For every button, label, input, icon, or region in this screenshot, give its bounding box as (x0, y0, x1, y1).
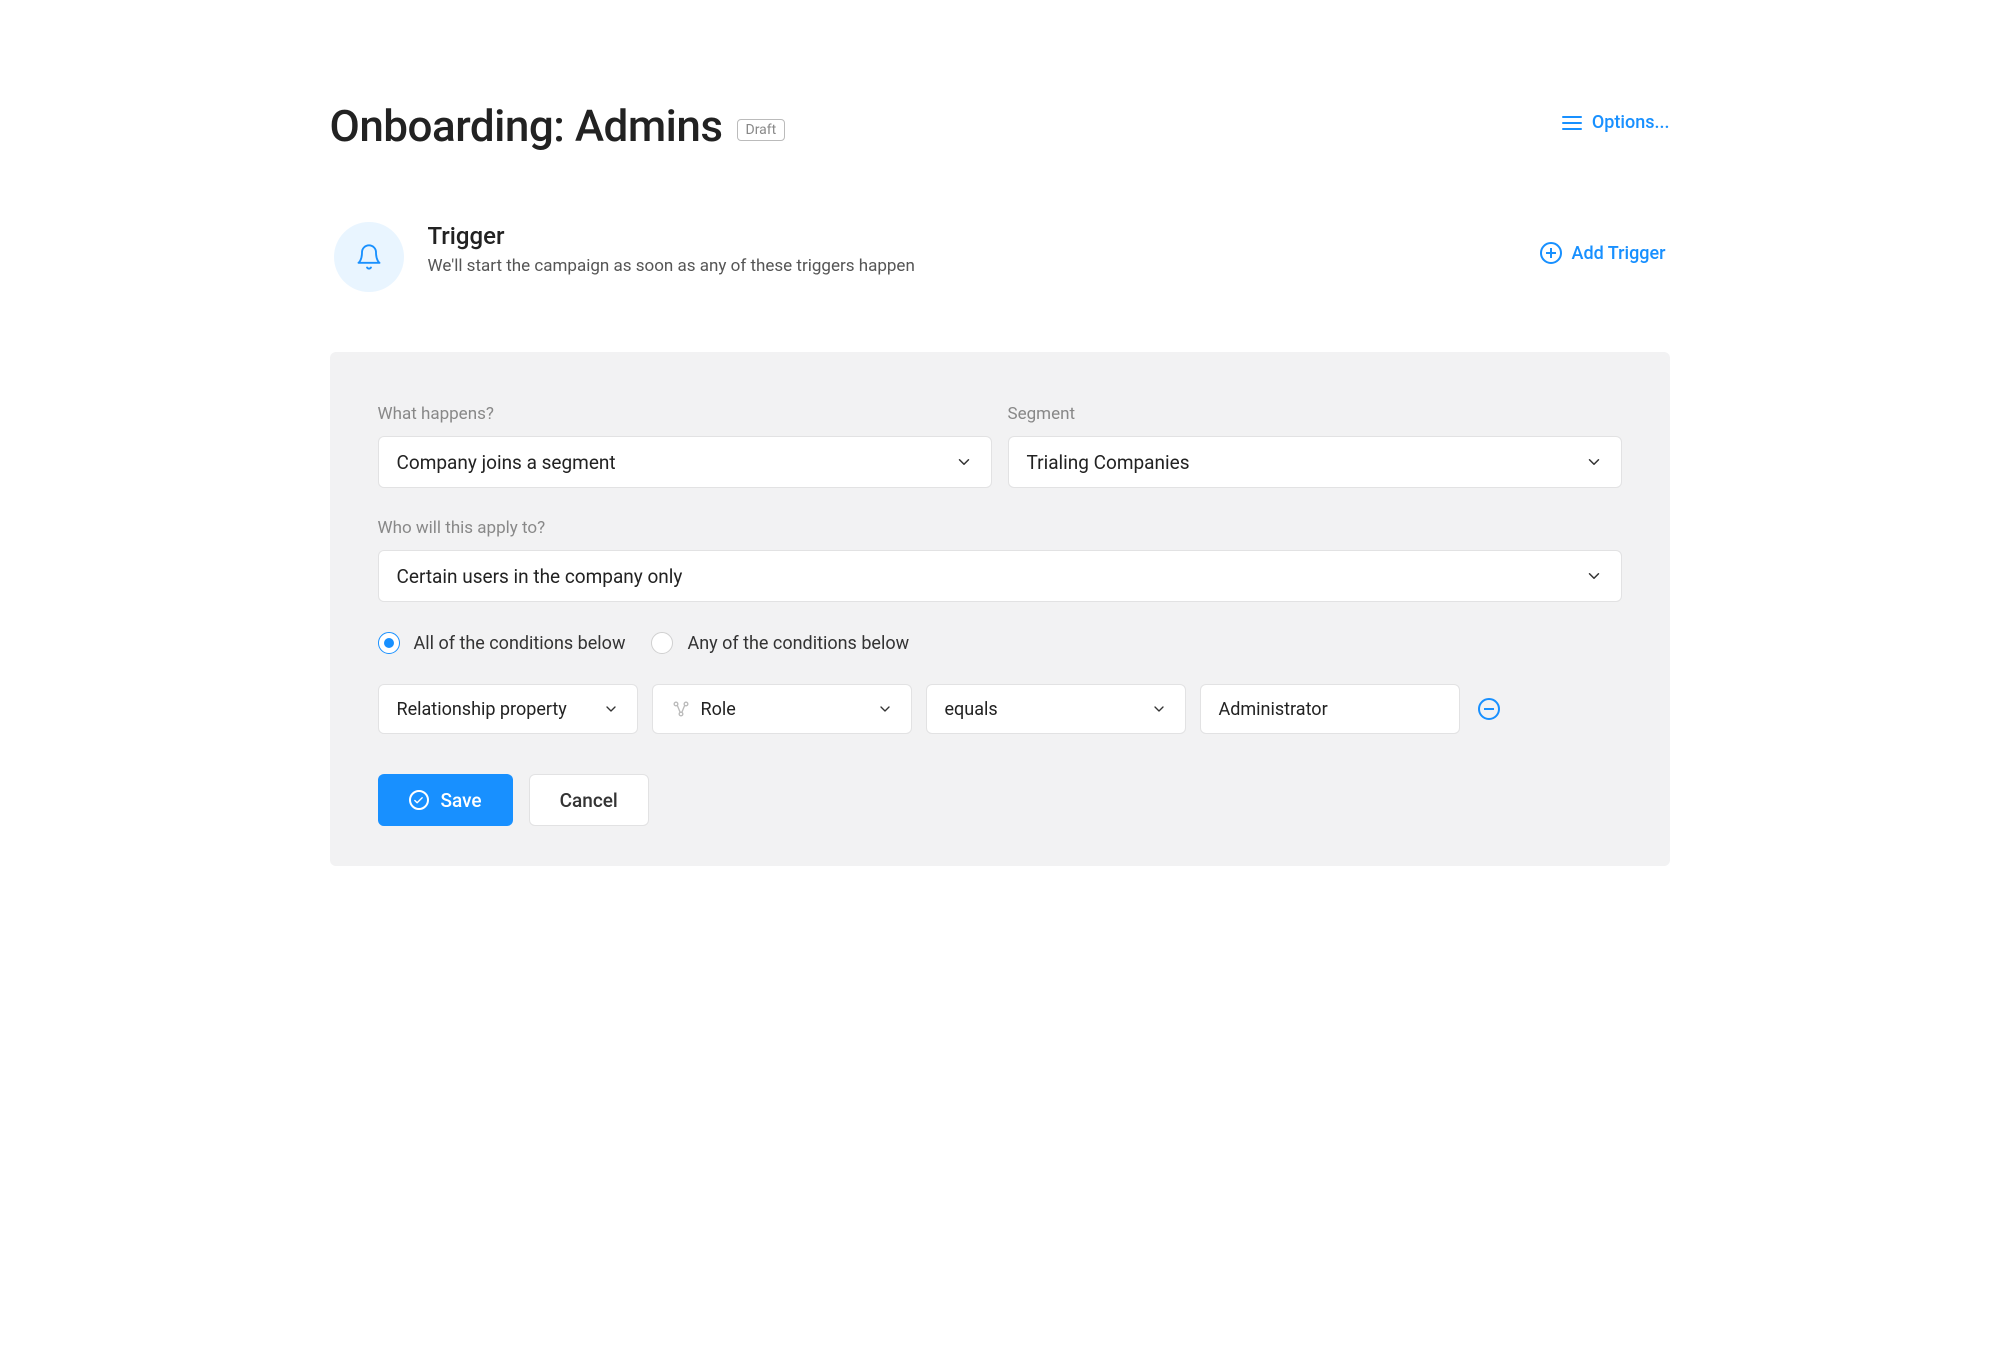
what-happens-select[interactable]: Company joins a segment (378, 436, 992, 488)
trigger-config-card: What happens? Company joins a segment Se… (330, 352, 1670, 866)
apply-to-value: Certain users in the company only (397, 565, 1585, 588)
what-happens-value: Company joins a segment (397, 451, 955, 474)
condition-value-input[interactable]: Administrator (1200, 684, 1460, 734)
condition-operator-value: equals (945, 699, 1151, 720)
condition-type-select[interactable]: Relationship property (378, 684, 638, 734)
bell-icon (334, 222, 404, 292)
cancel-button[interactable]: Cancel (529, 774, 649, 826)
radio-any-label: Any of the conditions below (687, 633, 909, 654)
segment-value: Trialing Companies (1027, 451, 1585, 474)
save-button-label: Save (441, 789, 482, 812)
condition-property-select[interactable]: Role (652, 684, 912, 734)
check-circle-icon (409, 790, 429, 810)
radio-selected-icon (378, 632, 400, 654)
page-title: Onboarding: Admins (330, 100, 723, 152)
apply-to-select[interactable]: Certain users in the company only (378, 550, 1622, 602)
radio-any-conditions[interactable]: Any of the conditions below (651, 632, 909, 654)
add-trigger-button[interactable]: Add Trigger (1540, 242, 1666, 264)
chevron-down-icon (603, 701, 619, 717)
chevron-down-icon (1151, 701, 1167, 717)
chevron-down-icon (877, 701, 893, 717)
segment-select[interactable]: Trialing Companies (1008, 436, 1622, 488)
radio-unselected-icon (651, 632, 673, 654)
save-button[interactable]: Save (378, 774, 513, 826)
what-happens-label: What happens? (378, 404, 992, 424)
condition-type-value: Relationship property (397, 699, 603, 720)
options-button[interactable]: Options... (1562, 112, 1670, 133)
chevron-down-icon (955, 453, 973, 471)
condition-property-value: Role (701, 699, 877, 720)
remove-condition-button[interactable] (1478, 698, 1500, 720)
chevron-down-icon (1585, 567, 1603, 585)
add-trigger-label: Add Trigger (1572, 243, 1666, 264)
condition-value-text: Administrator (1219, 699, 1441, 720)
radio-all-label: All of the conditions below (414, 633, 626, 654)
apply-to-label: Who will this apply to? (378, 518, 1622, 538)
trigger-title: Trigger (428, 222, 915, 250)
plus-circle-icon (1540, 242, 1562, 264)
condition-row: Relationship property Role equals (378, 684, 1622, 734)
radio-all-conditions[interactable]: All of the conditions below (378, 632, 626, 654)
menu-icon (1562, 116, 1582, 130)
condition-operator-select[interactable]: equals (926, 684, 1186, 734)
trigger-subtitle: We'll start the campaign as soon as any … (428, 256, 915, 276)
cancel-button-label: Cancel (560, 789, 618, 812)
status-badge: Draft (737, 119, 786, 141)
chevron-down-icon (1585, 453, 1603, 471)
segment-label: Segment (1008, 404, 1622, 424)
options-label: Options... (1592, 112, 1670, 133)
relationship-icon (671, 699, 691, 719)
